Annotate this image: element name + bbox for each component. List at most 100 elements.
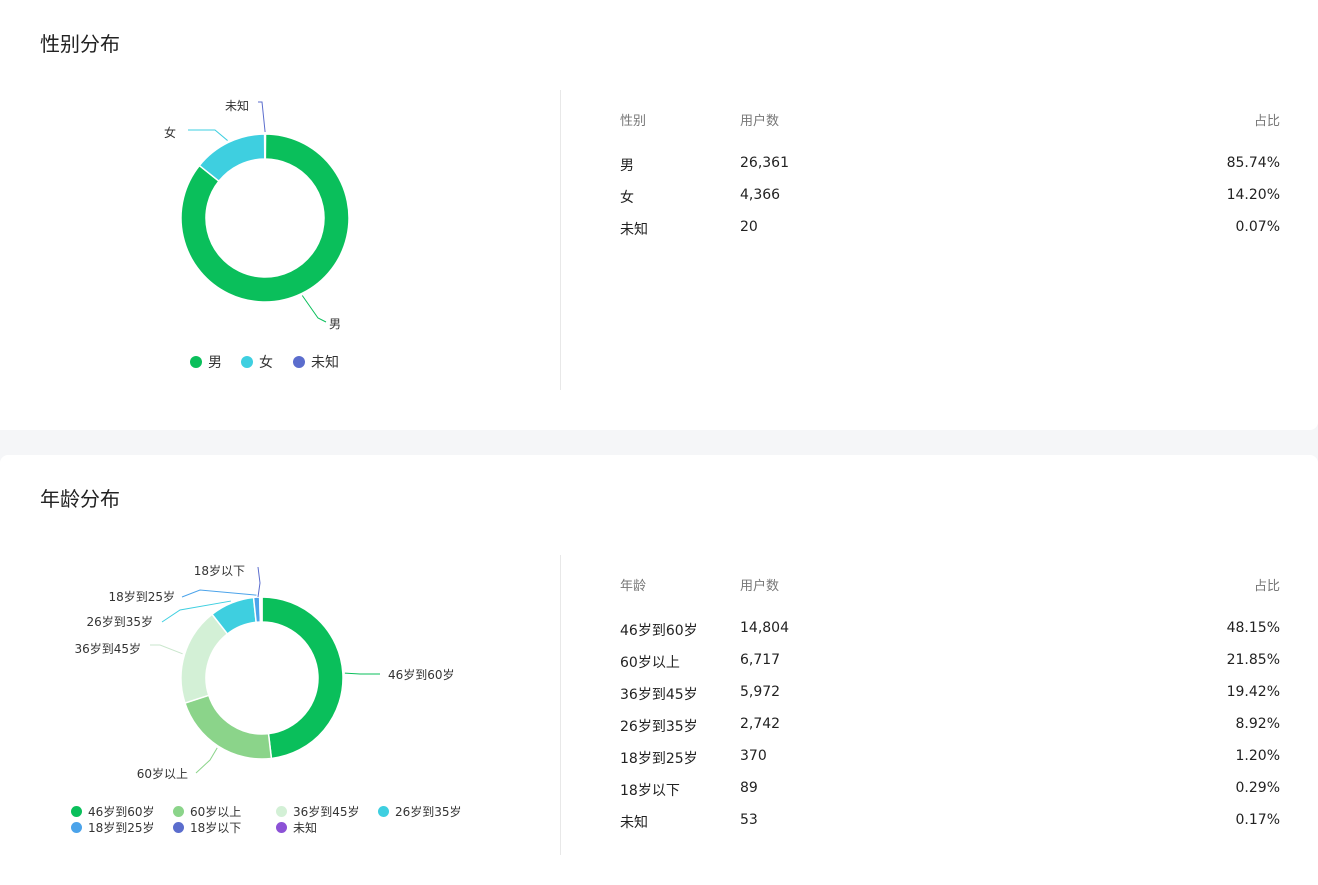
gender-legend-item-1[interactable]: 女 [241, 352, 273, 372]
age-card: 年龄分布 46岁到60岁 60岁以上 36岁到45岁 26岁到35岁 18岁到25岁 18… [0, 455, 1318, 885]
gender-slice-label-2: 未知 [225, 99, 249, 113]
gender-table-cell-pct: 85.74% [1226, 155, 1280, 171]
age-legend-dot-icon [276, 806, 287, 817]
age-legend-dot-icon [71, 806, 82, 817]
age-legend-dot-icon [71, 822, 82, 833]
age-table-cell-pct: 19.42% [1226, 684, 1280, 700]
age-table-cell-name: 未知 [620, 815, 648, 831]
gender-legend-item-2[interactable]: 未知 [293, 352, 339, 372]
age-slice-label-1: 60岁以上 [137, 766, 188, 781]
gender-donut-chart: 男 女 未知 [164, 99, 350, 331]
age-table-cell-name: 36岁到45岁 [620, 687, 698, 703]
age-legend-label: 18岁以下 [190, 821, 242, 835]
age-slice-label-4: 18岁到25岁 [108, 589, 175, 604]
age-slice-2[interactable] [180, 613, 229, 705]
age-table-cell-count: 89 [740, 780, 758, 796]
age-legend-item-6[interactable]: 未知 [276, 819, 317, 836]
gender-chart-area: 男女未知 男女未知 [0, 0, 560, 430]
gender-table-header-name: 性别 [620, 114, 647, 129]
age-label-line-0 [344, 672, 380, 675]
gender-slice-2[interactable] [263, 133, 267, 160]
age-legend-dot-icon [276, 822, 287, 833]
gender-table-row: 女 4,366 14.20% [620, 187, 1280, 207]
gender-legend-label: 女 [259, 355, 273, 371]
age-legend-dot-icon [378, 806, 389, 817]
gender-table-cell-pct: 0.07% [1235, 219, 1280, 235]
age-slice-label-2: 36岁到45岁 [74, 641, 141, 656]
age-table-row: 36岁到45岁 5,972 19.42% [620, 684, 1280, 704]
gender-label-line-0 [301, 295, 327, 323]
age-table-cell-pct: 0.17% [1235, 812, 1280, 828]
gender-table-cell-count: 26,361 [740, 155, 789, 171]
age-legend-item-4[interactable]: 18岁到25岁 [71, 819, 155, 836]
gender-table-cell-name: 女 [620, 190, 634, 206]
age-table-cell-pct: 0.29% [1235, 780, 1280, 796]
gender-legend-item-0[interactable]: 男 [190, 352, 222, 372]
age-table-row: 60岁以上 6,717 21.85% [620, 652, 1280, 672]
gender-table-cell-name: 男 [620, 158, 634, 174]
age-table-cell-pct: 21.85% [1226, 652, 1280, 668]
age-legend-label: 18岁到25岁 [88, 821, 155, 835]
age-slice-label-5: 18岁以下 [194, 563, 245, 578]
age-legend-item-2[interactable]: 36岁到45岁 [276, 803, 360, 820]
age-slice-0[interactable] [261, 596, 344, 760]
age-table-cell-name: 46岁到60岁 [620, 623, 698, 639]
age-table-row: 未知 53 0.17% [620, 812, 1280, 832]
age-label-line-5 [257, 566, 261, 598]
gender-legend-dot-icon [241, 356, 253, 368]
age-slice-label-0: 46岁到60岁 [388, 667, 455, 682]
age-table-cell-pct: 8.92% [1235, 716, 1280, 732]
age-chart-area: 46岁到60岁60岁以上36岁到45岁26岁到35岁18岁到25岁18岁以下未知… [0, 455, 560, 885]
age-table-row: 46岁到60岁 14,804 48.15% [620, 620, 1280, 640]
gender-legend-dot-icon [293, 356, 305, 368]
age-table-cell-count: 370 [740, 748, 767, 764]
gender-table-header-pct: 占比 [1253, 114, 1280, 129]
gender-label-line-1 [188, 129, 228, 141]
age-legend-label: 60岁以上 [190, 805, 242, 819]
gender-legend-label: 男 [208, 355, 222, 371]
gender-legend-dot-icon [190, 356, 202, 368]
gender-card: 性别分布 男女未知 男女未知 性别 用户数 占比 男 26,361 85.74% 女 4… [0, 0, 1318, 430]
age-slice-6[interactable] [260, 596, 263, 623]
age-table-row: 18岁到25岁 370 1.20% [620, 748, 1280, 768]
age-legend-item-3[interactable]: 26岁到35岁 [378, 803, 462, 820]
gender-label-line-2 [258, 101, 266, 133]
age-table-header-count: 用户数 [740, 579, 780, 594]
age-table-cell-count: 14,804 [740, 620, 789, 636]
age-legend-item-1[interactable]: 60岁以上 [173, 803, 241, 820]
age-divider [560, 555, 561, 855]
age-table-cell-name: 60岁以上 [620, 655, 680, 671]
gender-slice-label-1: 女 [164, 125, 176, 140]
age-label-line-1 [195, 747, 218, 774]
gender-table-cell-count: 4,366 [740, 187, 781, 203]
age-table-cell-name: 18岁以下 [620, 783, 680, 799]
age-table-header-name: 年龄 [620, 579, 647, 594]
age-slice-1[interactable] [184, 694, 273, 760]
age-legend-label: 未知 [293, 821, 318, 835]
age-table-header-pct: 占比 [1253, 579, 1280, 594]
age-legend-label: 46岁到60岁 [88, 805, 155, 819]
age-legend-item-0[interactable]: 46岁到60岁 [71, 803, 155, 820]
age-table-cell-name: 26岁到35岁 [620, 719, 698, 735]
age-legend-dot-icon [173, 806, 184, 817]
age-table-row: 26岁到35岁 2,742 8.92% [620, 716, 1280, 736]
age-table-cell-pct: 48.15% [1226, 620, 1280, 636]
age-table-cell-count: 53 [740, 812, 758, 828]
gender-slice-1[interactable] [198, 133, 266, 183]
age-legend-label: 36岁到45岁 [293, 805, 360, 819]
age-label-line-4 [181, 589, 257, 598]
age-table-cell-pct: 1.20% [1235, 748, 1280, 764]
gender-table-header-count: 用户数 [740, 114, 780, 129]
age-table-cell-count: 5,972 [740, 684, 781, 700]
age-legend-label: 26岁到35岁 [395, 805, 462, 819]
age-label-line-2 [150, 644, 183, 655]
gender-divider [560, 90, 561, 390]
age-slice-label-3: 26岁到35岁 [86, 614, 153, 629]
age-legend-item-5[interactable]: 18岁以下 [173, 819, 241, 836]
gender-table-row: 男 26,361 85.74% [620, 155, 1280, 175]
age-legend-dot-icon [173, 822, 184, 833]
gender-table-row: 未知 20 0.07% [620, 219, 1280, 239]
age-table-cell-count: 2,742 [740, 716, 781, 732]
gender-table-cell-pct: 14.20% [1226, 187, 1280, 203]
age-table-cell-name: 18岁到25岁 [620, 751, 698, 767]
